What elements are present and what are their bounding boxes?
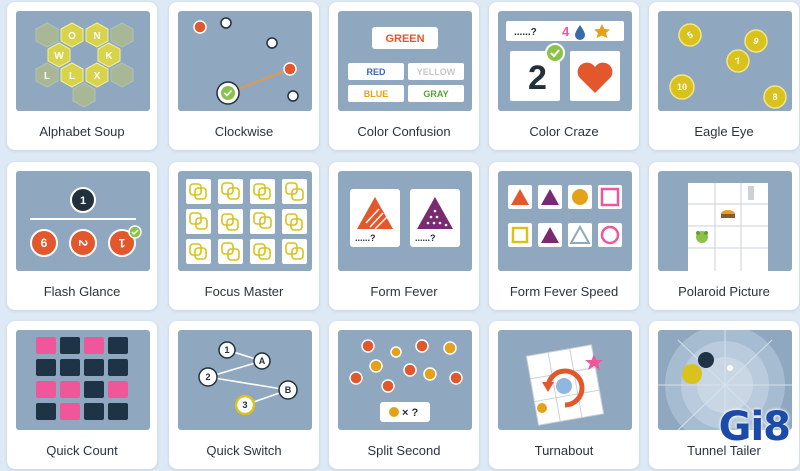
turnabout-thumbnail	[498, 330, 632, 430]
letter-l: L	[69, 71, 75, 82]
game-grid: O N W K L X L Alphabet Soup Clockwise GR…	[0, 0, 800, 471]
game-card-polaroid-picture[interactable]: Polaroid Picture	[649, 162, 799, 310]
game-card-alphabet-soup[interactable]: O N W K L X L Alphabet Soup	[7, 2, 157, 150]
focus-master-thumbnail	[178, 171, 312, 271]
game-label: Polaroid Picture	[678, 284, 770, 299]
form-fever-speed-thumbnail	[498, 171, 632, 271]
game-label: Turnabout	[534, 443, 594, 458]
game-card-color-confusion[interactable]: GREEN RED YELLOW BLUE GRAY Color Confusi…	[329, 2, 479, 150]
node-one: 1	[224, 345, 229, 355]
number-eight: 8	[772, 92, 777, 102]
game-card-split-second[interactable]: × ? Split Second	[329, 321, 479, 469]
watermark-logo: Gi8	[718, 404, 791, 450]
letter-k: K	[105, 51, 113, 62]
game-label: Quick Switch	[206, 443, 282, 458]
question-a: ......?	[355, 233, 376, 243]
game-card-quick-count[interactable]: Quick Count	[7, 321, 157, 469]
node-a: A	[259, 356, 266, 366]
word-gray: GRAY	[423, 89, 448, 99]
node-b: B	[285, 385, 292, 395]
letter-o: O	[68, 31, 76, 42]
word-red: RED	[366, 67, 386, 77]
game-label: Color Confusion	[357, 124, 451, 139]
game-card-color-craze[interactable]: ......? 4 2 Color Craze	[489, 2, 639, 150]
color-confusion-thumbnail: GREEN RED YELLOW BLUE GRAY	[338, 11, 472, 111]
game-label: Alphabet Soup	[39, 124, 125, 139]
game-card-quick-switch[interactable]: 1 2 3 A B Quick Switch	[169, 321, 319, 469]
game-label: Form Fever Speed	[509, 284, 619, 299]
polaroid-picture-thumbnail	[658, 171, 792, 271]
split-expression: × ?	[402, 407, 418, 419]
game-card-form-fever-speed[interactable]: Form Fever Speed	[489, 162, 639, 310]
choice-one: 1	[118, 236, 125, 250]
word-yellow: YELLOW	[417, 67, 456, 77]
game-card-form-fever[interactable]: ......? ......? Form Fever	[329, 162, 479, 310]
form-fever-thumbnail: ......? ......?	[338, 171, 472, 271]
game-label: Quick Count	[46, 443, 118, 458]
letter-x: X	[94, 71, 101, 82]
clockwise-thumbnail	[178, 11, 312, 111]
word-green: GREEN	[385, 33, 424, 45]
choice-six: 6	[41, 236, 48, 250]
letter-w: W	[54, 51, 64, 62]
game-label: Focus Master	[204, 284, 284, 299]
node-three: 3	[242, 400, 247, 410]
quick-switch-thumbnail: 1 2 3 A B	[178, 330, 312, 430]
game-card-turnabout[interactable]: Turnabout	[489, 321, 639, 469]
eagle-eye-thumbnail: 5 9 7 10 8	[658, 11, 792, 111]
game-card-eagle-eye[interactable]: 5 9 7 10 8 Eagle Eye	[649, 2, 799, 150]
game-label: Color Craze	[529, 124, 599, 139]
question-text: ......?	[514, 27, 537, 38]
game-label: Flash Glance	[43, 284, 121, 299]
game-card-clockwise[interactable]: Clockwise	[169, 2, 319, 150]
color-craze-thumbnail: ......? 4 2	[498, 11, 632, 111]
digit-two: 2	[528, 59, 547, 97]
quick-count-thumbnail	[16, 330, 150, 430]
choice-two: 2	[76, 240, 90, 247]
alphabet-soup-thumbnail: O N W K L X L	[16, 11, 150, 111]
game-label: Form Fever	[370, 284, 438, 299]
node-two: 2	[205, 372, 210, 382]
game-card-focus-master[interactable]: Focus Master	[169, 162, 319, 310]
word-blue: BLUE	[364, 89, 389, 99]
game-label: Eagle Eye	[694, 124, 754, 139]
game-label: Split Second	[367, 443, 441, 458]
number-ten: 10	[677, 82, 687, 92]
question-b: ......?	[415, 233, 436, 243]
game-card-flash-glance[interactable]: 1 6 2 1 Flash Glance	[7, 162, 157, 310]
target-number: 1	[80, 195, 86, 207]
flash-glance-thumbnail: 1 6 2 1	[16, 171, 150, 271]
letter-l2: L	[44, 71, 50, 82]
game-label: Clockwise	[214, 124, 274, 139]
letter-n: N	[93, 31, 100, 42]
digit-four: 4	[562, 24, 570, 39]
split-second-thumbnail: × ?	[338, 330, 472, 430]
